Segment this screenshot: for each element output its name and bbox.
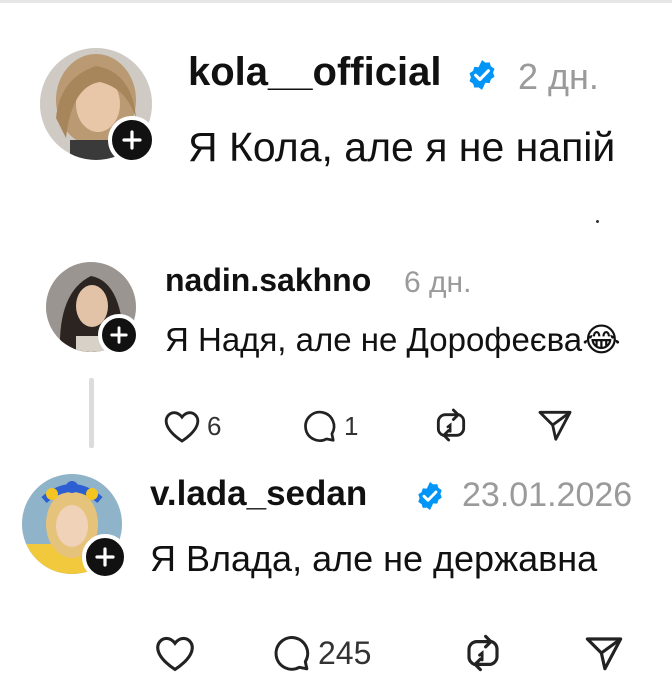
post-time: 6 дн. [404,266,472,299]
reply-count: 1 [344,410,359,441]
plus-icon [95,547,115,567]
post-text: Я Влада, але не державна [150,538,598,579]
share-icon [538,410,572,441]
plus-icon [122,130,142,150]
repost-icon [436,408,466,442]
divider-dot [596,220,599,223]
heart-icon [164,411,200,443]
top-divider [0,0,672,3]
like-count: 6 [207,410,222,441]
comment-icon [274,636,310,671]
post-time: 2 дн. [518,56,599,97]
post-text-content: Я Надя, але не Дорофеєва [165,321,583,358]
post-text: Я Надя, але не Дорофеєва😂 [165,320,621,359]
username[interactable]: v.lada_sedan [150,474,367,514]
repost-button[interactable] [462,632,504,674]
post-time: 23.01.2026 [462,476,633,514]
plus-icon [110,326,128,344]
verified-badge-icon [418,482,442,510]
repost-icon [467,634,499,672]
share-button[interactable] [535,406,575,444]
follow-plus-button[interactable] [82,534,128,580]
username[interactable]: kola__official [188,50,441,95]
username[interactable]: nadin.sakhno [165,262,371,299]
like-button[interactable]: 6 [163,408,221,444]
heart-icon [156,636,194,672]
repost-button[interactable] [432,406,470,444]
share-icon [585,637,623,671]
verified-badge-icon [469,60,495,90]
laughing-emoji-icon: 😂 [582,321,621,358]
share-button[interactable] [582,632,626,674]
follow-plus-button[interactable] [108,116,156,164]
follow-plus-button[interactable] [98,314,140,356]
post-text: Я Кола, але я не напій [188,124,616,170]
like-button[interactable] [154,634,202,672]
reply-count: 245 [318,634,372,671]
thread-line [89,378,94,448]
reply-button[interactable]: 245 [270,633,371,673]
comment-icon [304,410,336,442]
reply-button[interactable]: 1 [300,408,358,444]
